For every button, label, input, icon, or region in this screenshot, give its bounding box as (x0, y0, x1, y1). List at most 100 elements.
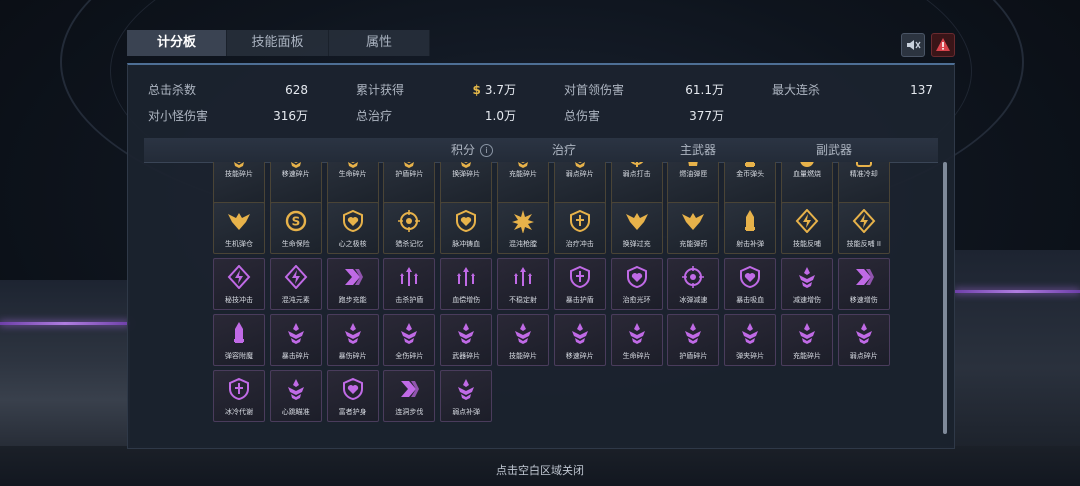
skill-card[interactable]: 精准冷却 (837, 162, 890, 206)
skill-card[interactable]: 跑步充能 (326, 258, 379, 310)
skill-name: 换弹过充 (622, 240, 651, 248)
stat-total-damage: 总伤害 377万 (564, 107, 724, 125)
triple-chevron-icon (685, 323, 702, 344)
triple-chevron-icon (401, 323, 418, 344)
stat-label: 最大连杀 (772, 83, 821, 97)
skill-card[interactable]: 射击补弹 (724, 202, 777, 254)
skill-card[interactable]: 心跳瞄准 (269, 370, 322, 422)
skill-card[interactable]: 暴伤碎片 (326, 314, 379, 366)
skill-card[interactable]: 冰弹减速 (667, 258, 720, 310)
svg-text:S: S (291, 215, 300, 229)
skill-card[interactable]: 富者护身 (326, 370, 379, 422)
skill-card[interactable]: 脉冲铸血 (440, 202, 493, 254)
skill-name: 弱点碎片 (565, 170, 594, 178)
stat-value-amount: 3.7万 (484, 83, 516, 97)
heart-shield-icon (342, 209, 363, 233)
skill-name: 暴伤碎片 (338, 352, 367, 360)
skill-card[interactable]: 不稳定射 (497, 258, 549, 310)
skill-name: 换弹碎片 (452, 170, 481, 178)
skill-card[interactable]: 生命碎片 (326, 162, 379, 206)
triple-chevron-icon (461, 162, 472, 168)
lightning-icon (795, 209, 819, 233)
skill-name: 充能碎片 (509, 170, 537, 178)
skill-name: 弹夹碎片 (736, 352, 765, 360)
skill-card[interactable]: 减速增伤 (781, 258, 833, 310)
tab-attributes[interactable]: 属性 (329, 30, 430, 56)
skill-card[interactable]: 技能反哺 II (837, 202, 890, 254)
triple-chevron-icon (855, 323, 872, 344)
skill-card[interactable]: 移速增伤 (837, 258, 890, 310)
close-hint[interactable]: 点击空白区域关闭 (0, 462, 1080, 478)
stat-value: 316万 (273, 109, 308, 123)
skill-card[interactable]: 暴击护盾 (553, 258, 606, 310)
skill-card[interactable]: 武器碎片 (440, 314, 493, 366)
scroll-thumb[interactable] (943, 162, 947, 434)
skill-card[interactable]: 弱点碎片 (553, 162, 606, 206)
triple-chevron-icon (518, 162, 528, 168)
scrollbar[interactable] (943, 162, 947, 434)
skill-card[interactable]: 护盾碎片 (383, 162, 436, 206)
skill-card[interactable]: 弹夹碎片 (724, 314, 777, 366)
report-button[interactable] (931, 33, 955, 57)
stat-value: 377万 (689, 109, 724, 123)
skill-card[interactable]: 全伤碎片 (383, 314, 436, 366)
skill-card[interactable]: 治疗冲击 (553, 202, 606, 254)
skill-card[interactable]: 击杀护盾 (383, 258, 436, 310)
skill-name: 心跳瞄准 (281, 408, 310, 416)
skill-card[interactable]: 混沌枪膛 (497, 202, 549, 254)
skill-card[interactable]: 秘技冲击 (213, 258, 265, 310)
skill-card[interactable]: 生机弹仓 (213, 202, 265, 254)
skill-card[interactable]: 技能碎片 (213, 162, 265, 206)
skill-card[interactable]: 血量燃烧 (781, 162, 833, 206)
skill-card[interactable]: S 生命保险 (269, 202, 322, 254)
column-primary-weapon: 主武器 (680, 143, 717, 157)
column-score-label: 积分 (451, 143, 476, 157)
speaker-muted-icon (907, 40, 921, 50)
chevron-icon (855, 269, 874, 285)
skill-card[interactable]: 弱点补弹 (440, 370, 493, 422)
skill-card[interactable]: 技能反哺 (781, 202, 833, 254)
skill-name: 弱点补弹 (452, 408, 481, 416)
skill-card[interactable]: 生命碎片 (610, 314, 663, 366)
mute-button[interactable] (901, 33, 925, 57)
skill-card[interactable]: 换弹碎片 (440, 162, 493, 206)
skill-name: 弹容附魔 (225, 352, 253, 360)
bullet-icon (745, 162, 756, 167)
skill-card[interactable]: 冰冷代谢 (213, 370, 265, 422)
skill-card[interactable]: 血偿增伤 (440, 258, 493, 310)
tab-scoreboard[interactable]: 计分板 (127, 30, 227, 56)
stat-label: 总伤害 (564, 109, 601, 123)
stat-label: 总击杀数 (148, 83, 197, 97)
skill-card[interactable]: 充能碎片 (781, 314, 833, 366)
skill-card[interactable]: 燃油弹匣 (667, 162, 720, 206)
skill-card[interactable]: 金币弹头 (724, 162, 777, 206)
skill-card[interactable]: 暴击碎片 (269, 314, 322, 366)
arrows-icon (457, 267, 476, 286)
skill-card[interactable]: 护盾碎片 (667, 314, 720, 366)
skill-name: 冰弹减速 (679, 296, 708, 304)
skill-card[interactable]: 移速碎片 (553, 314, 606, 366)
wings-icon (682, 213, 705, 230)
skill-card[interactable]: 充能碎片 (497, 162, 549, 206)
stat-total-kills: 总击杀数 628 (148, 81, 308, 99)
skill-card[interactable]: 暴击吸血 (724, 258, 777, 310)
skill-card[interactable]: 技能碎片 (497, 314, 549, 366)
skill-card[interactable]: 弹容附魔 (213, 314, 265, 366)
skill-card[interactable]: 移速碎片 (269, 162, 322, 206)
skill-card[interactable]: 混沌元素 (269, 258, 322, 310)
tab-skill-panel[interactable]: 技能面板 (227, 30, 329, 56)
stat-max-streak: 最大连杀 137 (772, 81, 933, 99)
skill-name: 生机弹仓 (225, 240, 253, 248)
stat-total-earned: 累计获得 $3.7万 (356, 81, 516, 99)
triple-chevron-icon (458, 379, 475, 400)
skill-card[interactable]: 心之极核 (326, 202, 379, 254)
skill-card[interactable]: 连洞步伐 (383, 370, 436, 422)
skill-card[interactable]: 弱点碎片 (837, 314, 890, 366)
stat-minion-damage: 对小怪伤害 316万 (148, 107, 308, 125)
skill-card[interactable]: 充能弹药 (667, 202, 720, 254)
skill-card[interactable]: 猎杀记忆 (383, 202, 436, 254)
info-icon[interactable]: i (480, 144, 494, 157)
skill-card[interactable]: 弱点打击 (610, 162, 663, 206)
skill-card[interactable]: 换弹过充 (610, 202, 663, 254)
skill-card[interactable]: 治愈光环 (610, 258, 663, 310)
